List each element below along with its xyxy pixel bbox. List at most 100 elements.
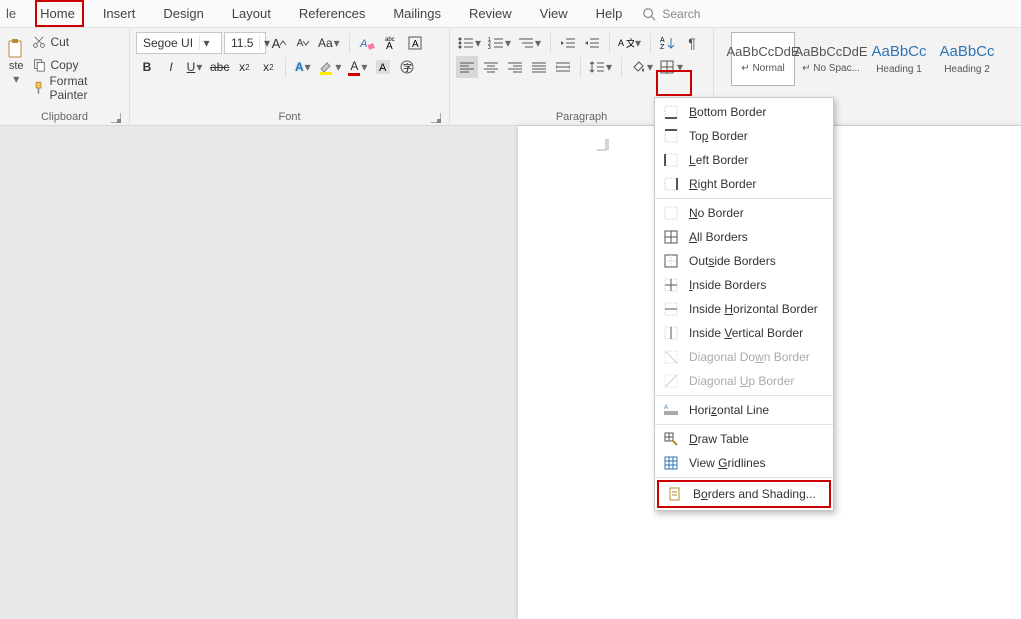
- clear-formatting-button[interactable]: A: [356, 32, 378, 54]
- sort-button[interactable]: AZ: [657, 32, 679, 54]
- shading-button[interactable]: ▾: [628, 56, 656, 78]
- tab-mailings[interactable]: Mailings: [379, 0, 455, 27]
- tab-references[interactable]: References: [285, 0, 379, 27]
- copy-label: Copy: [50, 58, 78, 72]
- style-no-spacing[interactable]: AaBbCcDdE ↵ No Spac...: [799, 32, 863, 86]
- chevron-down-icon[interactable]: ▾: [199, 36, 213, 50]
- asian-layout-button[interactable]: A文▾: [616, 32, 644, 54]
- menu-bottom-border[interactable]: Bottom Border: [655, 100, 833, 124]
- menu-no-border[interactable]: No Border: [655, 201, 833, 225]
- decrease-indent-button[interactable]: [557, 32, 579, 54]
- enclose-characters-button[interactable]: 字: [396, 56, 418, 78]
- menu-horizontal-line[interactable]: A Horizontal Line: [655, 398, 833, 422]
- tab-layout[interactable]: Layout: [218, 0, 285, 27]
- chevron-down-icon[interactable]: ▾: [676, 60, 684, 74]
- bold-button[interactable]: B: [136, 56, 158, 78]
- menu-outside-borders[interactable]: Outside Borders: [655, 249, 833, 273]
- horizontal-line-icon: A: [663, 402, 679, 418]
- copy-button[interactable]: Copy: [32, 55, 123, 75]
- strikethrough-button[interactable]: abc: [208, 56, 231, 78]
- menu-inside-vertical[interactable]: Inside Vertical Border: [655, 321, 833, 345]
- style-name: Heading 1: [876, 64, 922, 75]
- tab-home[interactable]: Home: [26, 0, 89, 27]
- paint-bucket-icon: [630, 60, 646, 74]
- tab-insert[interactable]: Insert: [89, 0, 150, 27]
- border-none-icon: [663, 205, 679, 221]
- border-right-icon: [663, 176, 679, 192]
- text-effects-button[interactable]: A▾: [292, 56, 314, 78]
- cut-button[interactable]: Cut: [32, 32, 123, 52]
- subscript-button[interactable]: x2: [233, 56, 255, 78]
- italic-button[interactable]: I: [160, 56, 182, 78]
- font-color-button[interactable]: A▾: [346, 56, 370, 78]
- tell-me-search[interactable]: Search: [642, 7, 700, 21]
- menu-left-border[interactable]: Left Border: [655, 148, 833, 172]
- distributed-button[interactable]: [552, 56, 574, 78]
- font-size-combo[interactable]: 11.5 ▾: [224, 32, 266, 54]
- menu-inside-borders[interactable]: Inside Borders: [655, 273, 833, 297]
- clipboard-dialog-launcher[interactable]: [111, 113, 121, 123]
- chevron-down-icon: ▾: [12, 72, 20, 86]
- highlight-color-button[interactable]: ▾: [316, 56, 344, 78]
- increase-font-button[interactable]: A: [268, 32, 290, 54]
- chevron-up-icon: [280, 40, 286, 46]
- show-hide-button[interactable]: ¶: [681, 32, 703, 54]
- menu-label: Inside Horizontal Border: [689, 302, 818, 316]
- menu-all-borders[interactable]: All Borders: [655, 225, 833, 249]
- change-case-button[interactable]: Aa▾: [316, 32, 343, 54]
- multilevel-list-button[interactable]: ▾: [516, 32, 544, 54]
- font-name-combo[interactable]: Segoe UI ▾: [136, 32, 222, 54]
- align-center-button[interactable]: [480, 56, 502, 78]
- asian-layout-icon: A文: [618, 36, 634, 50]
- paste-button[interactable]: ste ▾: [6, 32, 26, 92]
- paragraph-label-text: Paragraph: [556, 111, 607, 123]
- paste-label: ste: [9, 60, 24, 72]
- style-heading1[interactable]: AaBbCc Heading 1: [867, 32, 931, 86]
- menu-inside-horizontal[interactable]: Inside Horizontal Border: [655, 297, 833, 321]
- svg-text:A: A: [386, 41, 393, 51]
- decrease-font-button[interactable]: A: [292, 32, 314, 54]
- svg-text:A: A: [379, 62, 387, 74]
- character-border-button[interactable]: A: [404, 32, 426, 54]
- format-painter-button[interactable]: Format Painter: [32, 78, 123, 98]
- menu-borders-and-shading[interactable]: Borders and Shading...: [659, 482, 829, 506]
- character-shading-button[interactable]: A: [372, 56, 394, 78]
- underline-button[interactable]: U▾: [184, 56, 206, 78]
- increase-indent-button[interactable]: [581, 32, 603, 54]
- tab-review[interactable]: Review: [455, 0, 526, 27]
- menu-view-gridlines[interactable]: View Gridlines: [655, 451, 833, 475]
- border-inside-h-icon: [663, 301, 679, 317]
- clipboard-label-text: Clipboard: [41, 111, 88, 123]
- chevron-down-icon: ▾: [334, 60, 342, 74]
- group-clipboard: ste ▾ Cut Copy Format Painter Clipboar: [0, 28, 130, 125]
- menu-right-border[interactable]: Right Border: [655, 172, 833, 196]
- menu-top-border[interactable]: Top Border: [655, 124, 833, 148]
- style-preview: AaBbCc: [939, 43, 994, 60]
- multilevel-icon: [518, 36, 534, 50]
- style-normal[interactable]: AaBbCcDdE ↵ Normal: [731, 32, 795, 86]
- borders-button[interactable]: ▾: [658, 56, 686, 78]
- tab-view[interactable]: View: [526, 0, 582, 27]
- phonetic-guide-button[interactable]: abcA: [380, 32, 402, 54]
- superscript-button[interactable]: x2: [257, 56, 279, 78]
- font-name-value: Segoe UI: [137, 36, 199, 50]
- tab-design[interactable]: Design: [149, 0, 217, 27]
- style-heading2[interactable]: AaBbCc Heading 2: [935, 32, 999, 86]
- align-left-button[interactable]: [456, 56, 478, 78]
- clipboard-group-label: Clipboard: [6, 109, 123, 125]
- justify-button[interactable]: [528, 56, 550, 78]
- bullets-icon: [458, 36, 474, 50]
- menu-draw-table[interactable]: Draw Table: [655, 427, 833, 451]
- borders-icon: [660, 60, 676, 74]
- bullets-button[interactable]: ▾: [456, 32, 484, 54]
- align-right-button[interactable]: [504, 56, 526, 78]
- line-spacing-button[interactable]: ▾: [587, 56, 615, 78]
- chevron-down-icon: [303, 40, 309, 46]
- tab-file[interactable]: le: [0, 0, 26, 27]
- menu-label: Outside Borders: [689, 254, 776, 268]
- tab-help[interactable]: Help: [582, 0, 637, 27]
- align-left-icon: [460, 61, 474, 73]
- numbering-button[interactable]: 123▾: [486, 32, 514, 54]
- font-dialog-launcher[interactable]: [431, 113, 441, 123]
- group-font: Segoe UI ▾ 11.5 ▾ A A Aa▾ A abcA A: [130, 28, 450, 125]
